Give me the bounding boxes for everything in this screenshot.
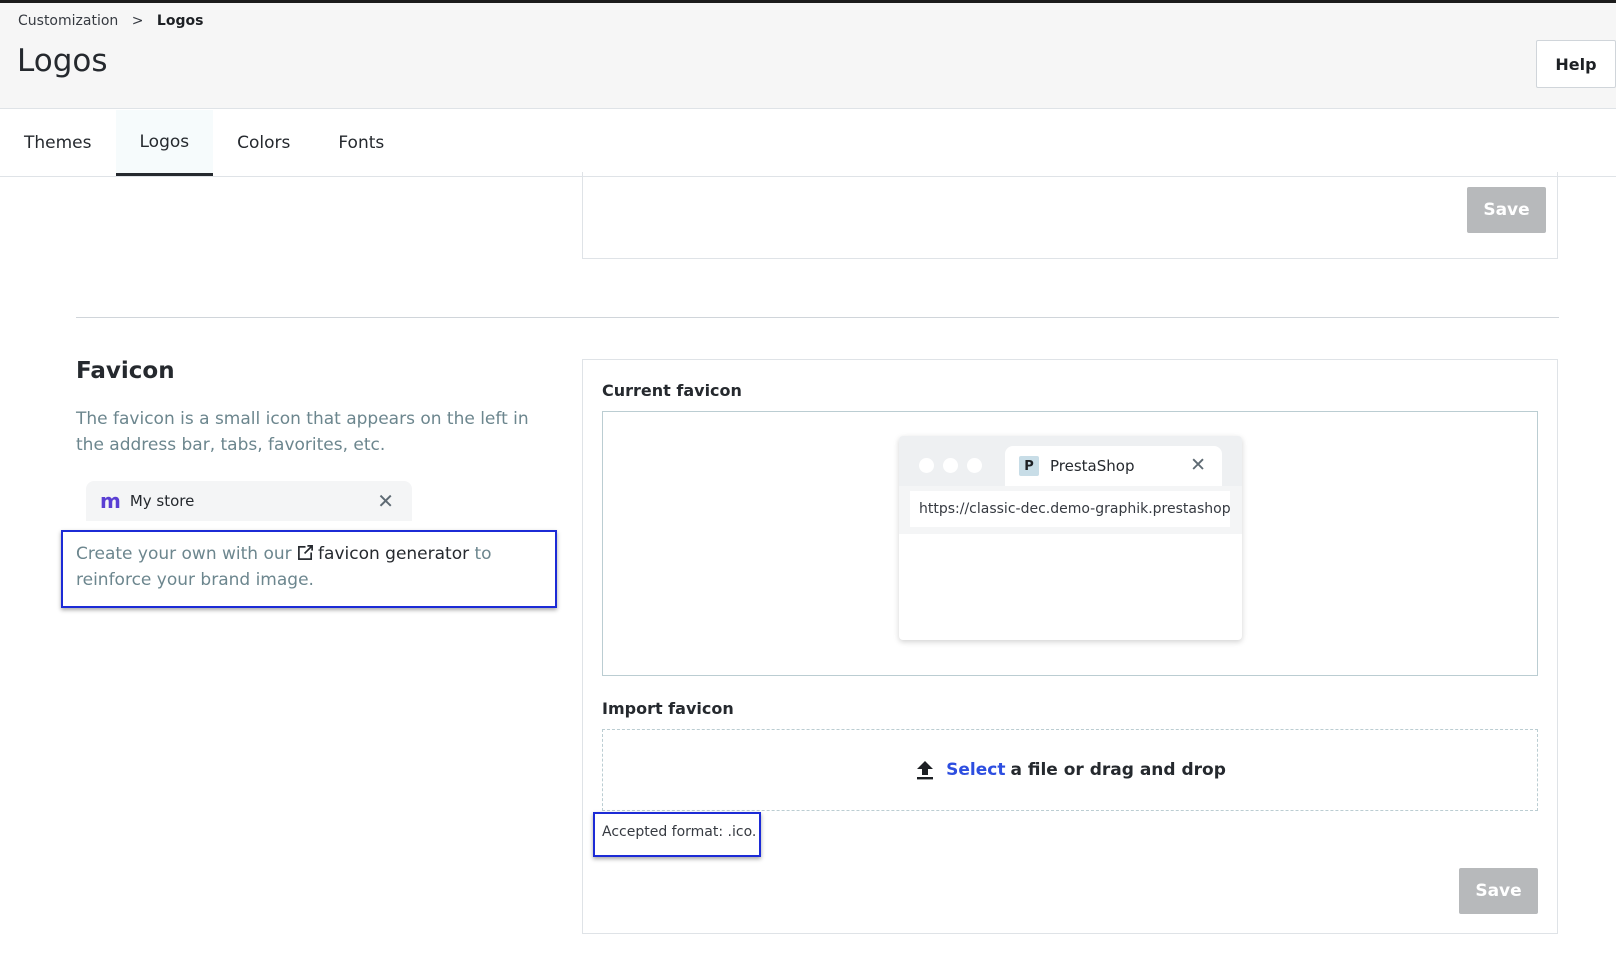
browser-tab: P PrestaShop ✕ [1005, 446, 1222, 486]
help-button[interactable]: Help [1536, 40, 1616, 88]
favicon-generator-text: Create your own with our favicon generat… [76, 541, 546, 593]
store-tab-preview: m My store ✕ [86, 481, 412, 521]
favicon-description: The favicon is a small icon that appears… [76, 409, 529, 455]
generator-link-label[interactable]: favicon generator [318, 544, 469, 564]
breadcrumb-parent[interactable]: Customization [18, 13, 118, 29]
page-title: Logos [17, 43, 108, 79]
import-favicon-label: Import favicon [602, 699, 734, 718]
close-icon: ✕ [1190, 454, 1206, 476]
customization-tabs: Themes Logos Colors Fonts [0, 110, 1616, 177]
window-dot [919, 458, 934, 473]
dropzone-text: a file or drag and drop [1010, 760, 1226, 780]
generator-prefix: Create your own with our [76, 544, 292, 564]
browser-tab-title: PrestaShop [1050, 457, 1135, 475]
window-dot [967, 458, 982, 473]
store-logo-icon: m [100, 489, 121, 513]
favicon-generator-link[interactable]: favicon generator [297, 544, 469, 564]
breadcrumb-separator: > [131, 13, 144, 29]
upload-icon [917, 761, 934, 780]
external-link-icon [298, 544, 314, 560]
tab-logos[interactable]: Logos [115, 110, 214, 176]
tab-colors[interactable]: Colors [213, 110, 314, 176]
prestashop-favicon-icon: P [1019, 456, 1039, 476]
browser-url-bar: https://classic-dec.demo-graphik.prestas… [899, 486, 1242, 534]
browser-tab-bar: P PrestaShop ✕ [899, 436, 1242, 486]
section-divider [76, 317, 1559, 318]
select-file-link[interactable]: Select [946, 760, 1005, 780]
current-favicon-label: Current favicon [602, 381, 742, 400]
tab-themes[interactable]: Themes [0, 110, 116, 176]
logo-save-button[interactable]: Save [1467, 187, 1546, 233]
breadcrumb-current: Logos [156, 13, 204, 29]
favicon-section-title: Favicon [76, 358, 175, 384]
accepted-format-text: Accepted format: .ico. [602, 824, 757, 840]
tab-fonts[interactable]: Fonts [314, 110, 408, 176]
store-name: My store [129, 492, 195, 510]
browser-url: https://classic-dec.demo-graphik.prestas… [910, 491, 1230, 527]
window-dot [943, 458, 958, 473]
favicon-save-button[interactable]: Save [1459, 868, 1538, 914]
page-header: Customization > Logos Logos Help [0, 3, 1616, 109]
logo-card: Save [582, 172, 1558, 259]
close-icon: ✕ [377, 489, 394, 513]
favicon-dropzone[interactable]: Select a file or drag and drop [602, 729, 1538, 811]
breadcrumb: Customization > Logos [18, 13, 203, 29]
browser-mockup: P PrestaShop ✕ https://classic-dec.demo-… [899, 436, 1242, 640]
